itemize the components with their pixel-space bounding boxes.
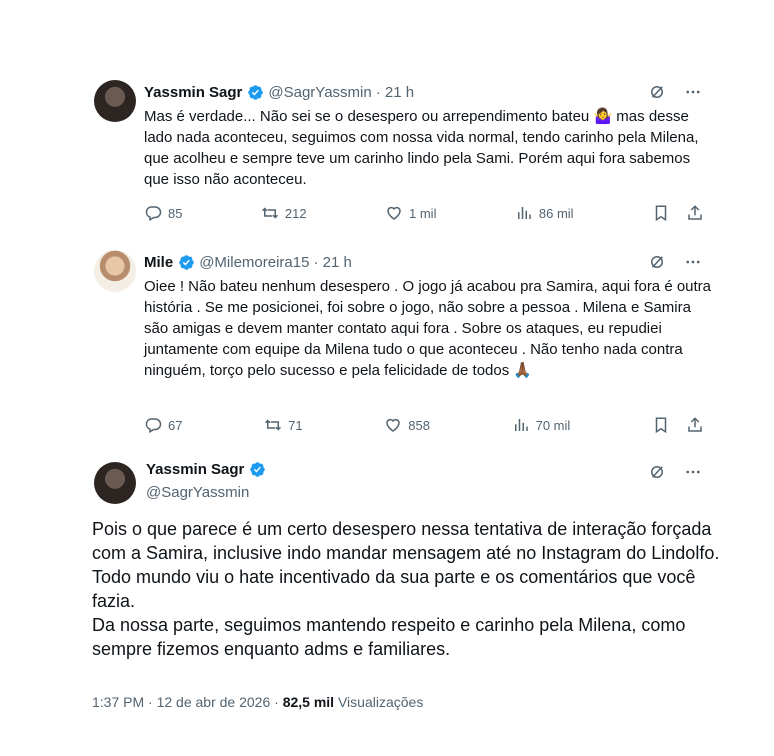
main-avatar[interactable] (94, 462, 136, 504)
tweet-header: Mile @Milemoreira15 · 21 h (144, 252, 352, 272)
tweet-reply-1[interactable]: Yassmin Sagr @SagrYassmin · 21 h Mas é v… (92, 82, 712, 232)
author-name[interactable]: Yassmin Sagr (144, 84, 242, 101)
header-actions (648, 462, 702, 482)
reply-icon (145, 206, 162, 222)
action-bar: 67 71 858 70 mil (144, 416, 704, 434)
author-name[interactable]: Yassmin Sagr (146, 461, 244, 478)
shrug-emoji: 🤷‍♀️ (593, 108, 613, 125)
header-actions (648, 252, 702, 272)
like-icon (387, 206, 401, 220)
reply-count: 67 (168, 417, 183, 433)
grok-icon[interactable] (648, 83, 666, 101)
author-handle[interactable]: @Milemoreira15 (199, 254, 309, 271)
verified-badge-icon (179, 254, 194, 270)
reply-count: 85 (168, 205, 183, 221)
retweet-button[interactable]: 212 (261, 204, 307, 222)
retweet-count: 212 (284, 205, 307, 221)
like-count: 858 (408, 417, 430, 433)
like-button[interactable]: 858 (384, 416, 430, 434)
more-icon[interactable] (684, 253, 702, 271)
post-time[interactable]: 1:37 PM (92, 694, 144, 710)
more-icon[interactable] (684, 463, 702, 481)
separator: · (148, 694, 157, 710)
pray-emoji: 🙏🏾 (513, 362, 533, 379)
tweet-reply-2[interactable]: Mile @Milemoreira15 · 21 h Oiee ! Não ba… (92, 252, 712, 442)
header-actions (648, 82, 702, 102)
retweet-count: 71 (288, 417, 303, 433)
tweet-text: Oiee ! Não bateu nenhum desespero . O jo… (144, 276, 714, 381)
bookmark-icon[interactable] (652, 416, 670, 434)
retweet-button[interactable]: 71 (264, 416, 303, 434)
views-button[interactable]: 70 mil (512, 416, 571, 434)
like-count: 1 mil (409, 205, 437, 221)
action-bar: 85 212 1 mil 86 mil (144, 204, 704, 222)
post-date[interactable]: 12 de abr de 2026 (157, 694, 271, 710)
main-author-name-row: Yassmin Sagr (146, 461, 270, 478)
views-count: 70 mil (535, 417, 571, 433)
views-label: Visualizações (337, 694, 424, 710)
retweet-icon (265, 419, 282, 431)
reply-icon (145, 418, 162, 434)
like-icon (386, 418, 401, 432)
author-name[interactable]: Mile (144, 254, 173, 271)
reply-button[interactable]: 85 (144, 204, 182, 222)
views-icon (514, 419, 528, 431)
tweet-meta: 1:37 PM · 12 de abr de 2026 · 82,5 mil V… (92, 694, 423, 710)
verified-badge-icon (250, 462, 266, 477)
share-icon[interactable] (686, 416, 704, 434)
views-button[interactable]: 86 mil (515, 204, 574, 222)
author-handle[interactable]: @SagrYassmin (268, 84, 371, 101)
tweet-text: Mas é verdade... Não sei se o desespero … (144, 106, 714, 190)
bookmark-share (652, 204, 704, 222)
share-icon[interactable] (686, 204, 704, 222)
bookmark-icon[interactable] (652, 204, 670, 222)
like-button[interactable]: 1 mil (385, 204, 436, 222)
views-total: 82,5 mil (282, 694, 335, 710)
retweet-icon (261, 207, 278, 219)
reply-button[interactable]: 67 (144, 416, 182, 434)
tweet-text-part: Oiee ! Não bateu nenhum desespero . O jo… (144, 278, 712, 379)
main-tweet-text: Pois o que parece é um certo desespero n… (92, 519, 720, 659)
verified-badge-icon (248, 84, 264, 100)
tweet-header: Yassmin Sagr @SagrYassmin · 21 h (144, 82, 414, 102)
grok-icon[interactable] (648, 253, 666, 271)
grok-icon[interactable] (648, 463, 666, 481)
timestamp[interactable]: · 21 h (376, 84, 414, 101)
separator: · (274, 694, 283, 710)
views-icon (517, 207, 531, 219)
bookmark-share (652, 416, 704, 434)
tweet-text-part: Mas é verdade... Não sei se o desespero … (144, 108, 594, 125)
views-count: 86 mil (538, 205, 574, 221)
author-handle[interactable]: @SagrYassmin (146, 484, 249, 501)
more-icon[interactable] (684, 83, 702, 101)
timestamp[interactable]: · 21 h (313, 254, 351, 271)
